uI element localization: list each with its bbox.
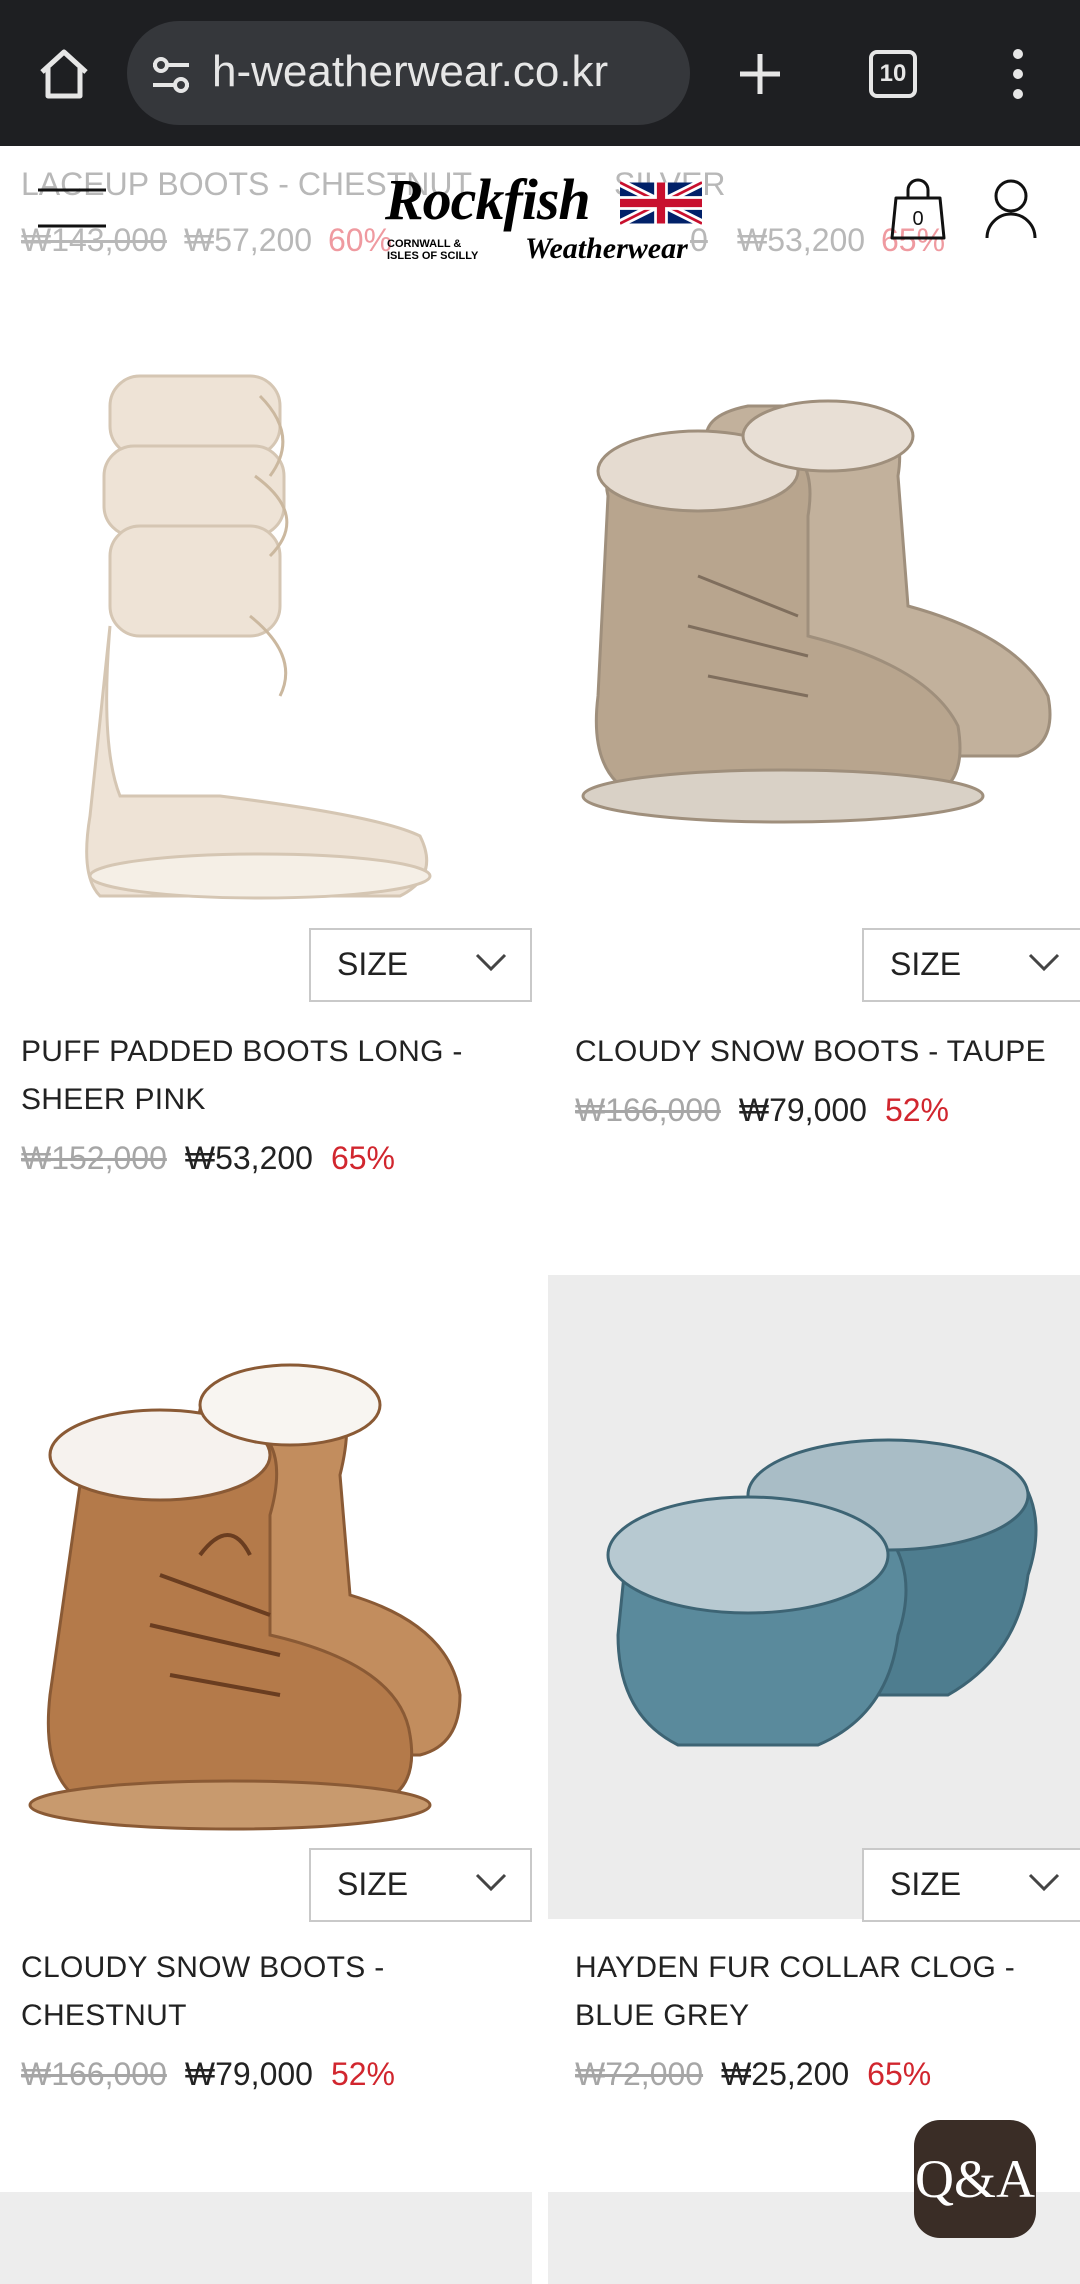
size-label: SIZE bbox=[890, 946, 962, 982]
size-label: SIZE bbox=[337, 946, 409, 982]
tab-switcher-button[interactable]: 10 bbox=[869, 50, 917, 98]
product-image[interactable] bbox=[0, 1275, 532, 1919]
product-image-next-left[interactable] bbox=[0, 2192, 532, 2284]
product-card[interactable]: SIZE CLOUDY SNOW BOOTS - CHESTNUT ₩166,0… bbox=[0, 1275, 532, 2125]
product-prices: ₩72,000 ₩25,200 65% bbox=[575, 2056, 931, 2093]
chevron-down-icon bbox=[1028, 1873, 1060, 1892]
product-title[interactable]: CLOUDY SNOW BOOTS - CHESTNUT bbox=[21, 1944, 521, 2040]
original-price: ₩152,000 bbox=[21, 1140, 167, 1176]
product-title-line1: CLOUDY SNOW BOOTS - TAUPE bbox=[575, 1035, 1046, 1068]
size-label: SIZE bbox=[337, 1866, 409, 1902]
product-card[interactable]: SIZE PUFF PADDED BOOTS LONG - SHEER PINK… bbox=[0, 276, 532, 1192]
discount-percent: 65% bbox=[330, 1140, 395, 1176]
size-select[interactable]: SIZE bbox=[309, 1848, 532, 1922]
product-title-line1: HAYDEN FUR COLLAR CLOG - bbox=[575, 1951, 1016, 1984]
product-title-line2: SHEER PINK bbox=[21, 1083, 206, 1116]
size-select[interactable]: SIZE bbox=[862, 1848, 1080, 1922]
size-select[interactable]: SIZE bbox=[862, 928, 1080, 1002]
more-menu-icon[interactable] bbox=[1008, 48, 1028, 100]
product-title[interactable]: CLOUDY SNOW BOOTS - TAUPE bbox=[575, 1028, 1075, 1076]
new-tab-icon[interactable] bbox=[736, 50, 784, 98]
chevron-down-icon bbox=[1028, 953, 1060, 972]
product-title-line1: CLOUDY SNOW BOOTS - bbox=[21, 1951, 385, 1984]
product-title-line1: PUFF PADDED BOOTS LONG - bbox=[21, 1035, 463, 1068]
account-icon[interactable] bbox=[984, 178, 1038, 240]
product-image[interactable] bbox=[0, 276, 532, 920]
original-price: ₩166,000 bbox=[21, 2056, 167, 2092]
discount-percent: 52% bbox=[884, 1092, 949, 1128]
behind-sale-right: ₩53,200 bbox=[737, 222, 866, 258]
behind-disc-left: 60% bbox=[328, 222, 393, 258]
behind-sale-left: ₩57,200 bbox=[184, 222, 313, 258]
chevron-down-icon bbox=[475, 1873, 507, 1892]
original-price: ₩166,000 bbox=[575, 1092, 721, 1128]
home-icon[interactable] bbox=[36, 46, 92, 102]
product-prices: ₩166,000 ₩79,000 52% bbox=[21, 2056, 395, 2093]
address-bar[interactable]: h-weatherwear.co.kr bbox=[127, 21, 690, 125]
product-title[interactable]: PUFF PADDED BOOTS LONG - SHEER PINK bbox=[21, 1028, 521, 1124]
discount-percent: 65% bbox=[867, 2056, 932, 2092]
logo-tagline: Weatherwear bbox=[525, 232, 688, 265]
product-title-line2: BLUE GREY bbox=[575, 1999, 750, 2032]
sale-price: ₩53,200 bbox=[184, 1140, 313, 1176]
cart-count: 0 bbox=[912, 208, 924, 230]
brand-logo[interactable]: Rockfish CORNWALL & ISLES OF SCILLY Weat… bbox=[385, 166, 702, 266]
hamburger-menu-icon[interactable] bbox=[38, 186, 106, 230]
product-title-line2: CHESTNUT bbox=[21, 1999, 187, 2032]
product-prices: ₩166,000 ₩79,000 52% bbox=[575, 1092, 949, 1129]
sale-price: ₩79,000 bbox=[738, 1092, 867, 1128]
original-price: ₩72,000 bbox=[575, 2056, 704, 2092]
sale-price: ₩79,000 bbox=[184, 2056, 313, 2092]
site-settings-icon[interactable] bbox=[149, 55, 193, 95]
product-card[interactable]: SIZE HAYDEN FUR COLLAR CLOG - BLUE GREY … bbox=[548, 1275, 1080, 2125]
site-header: LACEUP BOOTS - CHESTNUT SILVER ₩143,000 … bbox=[0, 146, 1080, 276]
product-card[interactable]: SIZE CLOUDY SNOW BOOTS - TAUPE ₩166,000 ₩… bbox=[548, 276, 1080, 1192]
cart-button[interactable]: 0 bbox=[890, 178, 946, 240]
logo-brand: Rockfish bbox=[385, 167, 591, 232]
product-image[interactable] bbox=[548, 1275, 1080, 1919]
product-image[interactable] bbox=[548, 276, 1080, 920]
logo-sub: CORNWALL & ISLES OF SCILLY bbox=[387, 238, 479, 262]
chevron-down-icon bbox=[475, 953, 507, 972]
union-jack-icon bbox=[620, 180, 702, 226]
qa-button[interactable]: Q&A bbox=[914, 2120, 1036, 2238]
browser-toolbar: h-weatherwear.co.kr 10 bbox=[0, 0, 1080, 146]
sale-price: ₩25,200 bbox=[721, 2056, 850, 2092]
product-title[interactable]: HAYDEN FUR COLLAR CLOG - BLUE GREY bbox=[575, 1944, 1075, 2040]
url-text[interactable]: h-weatherwear.co.kr bbox=[212, 47, 682, 97]
product-prices: ₩152,000 ₩53,200 65% bbox=[21, 1140, 395, 1177]
discount-percent: 52% bbox=[330, 2056, 395, 2092]
size-select[interactable]: SIZE bbox=[309, 928, 532, 1002]
size-label: SIZE bbox=[890, 1866, 962, 1902]
